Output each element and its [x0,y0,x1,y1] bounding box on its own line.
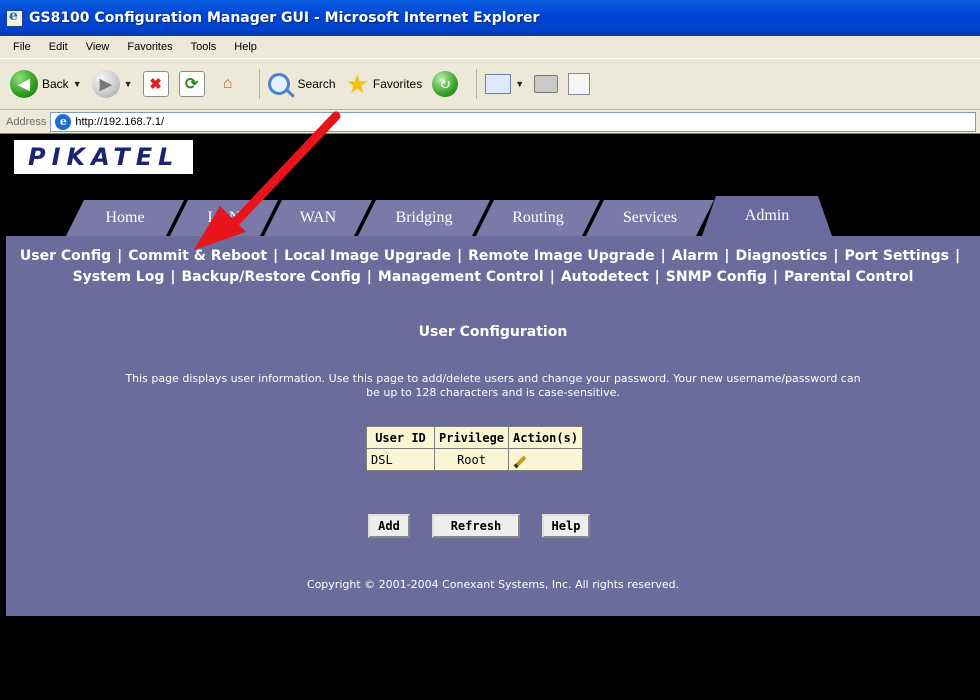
toolbar-divider [258,69,260,99]
ie-app-icon [6,8,23,27]
subnav-row-1: User Config | Commit & Reboot | Local Image … [19,248,961,264]
content-panel: User Config | Commit & Reboot | Local Image … [6,236,980,616]
link-local-image-upgrade[interactable]: Local Image Upgrade [284,248,451,264]
edit-button[interactable] [568,73,591,95]
stop-icon: ✖ [142,71,169,97]
main-tabs: Home LAN WAN Bridging Routing Services A… [6,196,980,236]
col-actions: Action(s) [508,426,584,449]
pencil-icon[interactable] [513,455,527,468]
tab-lan[interactable]: LAN [170,200,278,236]
edit-page-icon [568,73,591,95]
history-icon: ↻ [432,71,459,97]
link-snmp-config[interactable]: SNMP Config [666,269,767,285]
back-label: Back [42,77,69,91]
cell-privilege: Root [433,448,510,471]
menu-tools[interactable]: Tools [182,41,226,53]
description-line-2: be up to 128 characters and is case-sens… [366,386,620,399]
tab-routing[interactable]: Routing [476,200,600,236]
link-parental-control[interactable]: Parental Control [784,269,913,285]
stop-button[interactable]: ✖ [142,71,169,97]
link-remote-image-upgrade[interactable]: Remote Image Upgrade [468,248,654,264]
tab-services[interactable]: Services [586,200,714,236]
page-title: User Configuration [418,324,568,340]
favorites-label: Favorites [372,77,423,91]
description-line-1: This page displays user information. Use… [125,372,861,385]
tab-wan[interactable]: WAN [264,200,372,236]
mail-button[interactable]: ▼ [485,74,524,94]
search-button[interactable]: Search [267,73,336,95]
home-icon: ⌂ [222,75,233,92]
link-management-control[interactable]: Management Control [378,269,544,285]
users-table: User ID Privilege Action(s) DSL Root [366,426,584,471]
link-user-config[interactable]: User Config [20,248,111,264]
history-button[interactable]: ↻ [432,71,459,97]
url-text[interactable]: http://192.168.7.1/ [75,116,164,128]
address-bar: Address e http://192.168.7.1/ [0,110,980,134]
forward-dropdown-icon[interactable]: ▼ [124,79,133,89]
back-dropdown-icon[interactable]: ▼ [73,79,82,89]
subnav-row-2: System Log | Backup/Restore Config | Managem… [72,269,914,285]
favorites-button[interactable]: ★ Favorites [346,71,423,97]
mail-icon [485,74,512,94]
table-row: DSL Root [366,448,584,471]
search-icon [267,73,290,95]
forward-arrow-icon: ▶ [91,70,120,98]
cell-user-id: DSL [366,448,435,471]
add-button[interactable]: Add [368,514,410,538]
back-arrow-icon: ◀ [10,70,38,98]
refresh-button[interactable]: ⟳ [178,71,205,97]
mail-dropdown-icon[interactable]: ▼ [515,79,524,89]
page-description: This page displays user information. Use… [6,372,980,400]
link-backup-restore-config[interactable]: Backup/Restore Config [181,269,360,285]
refresh-icon: ⟳ [178,71,205,97]
browser-toolbar: ◀ Back ▼ ▶ ▼ ✖ ⟳ ⌂ Search ★ Favorites ↻ … [0,58,980,110]
link-port-settings[interactable]: Port Settings [845,248,949,264]
table-header-row: User ID Privilege Action(s) [366,426,584,449]
menu-edit[interactable]: Edit [40,41,77,53]
printer-icon [534,75,559,93]
tab-bridging[interactable]: Bridging [358,200,490,236]
menu-file[interactable]: File [4,41,40,53]
link-alarm[interactable]: Alarm [672,248,719,264]
col-privilege: Privilege [433,426,510,449]
header-band: PIKATEL [6,134,980,180]
window-titlebar: GS8100 Configuration Manager GUI - Micro… [0,0,980,36]
tab-home[interactable]: Home [66,200,184,236]
ie-page-icon: e [55,113,72,130]
menu-help[interactable]: Help [225,41,266,53]
tab-admin[interactable]: Admin [702,196,832,236]
url-field[interactable]: e http://192.168.7.1/ [50,111,976,132]
pikatel-logo: PIKATEL [14,140,194,174]
admin-subnav: User Config | Commit & Reboot | Local Image … [6,246,980,288]
page-viewport: PIKATEL Home LAN WAN Bridging Routing Se… [6,134,980,700]
window-title: GS8100 Configuration Manager GUI - Micro… [29,10,540,26]
menu-bar: File Edit View Favorites Tools Help [0,36,980,58]
help-button[interactable]: Help [542,514,590,538]
copyright-text: Copyright © 2001-2004 Conexant Systems, … [306,578,680,591]
print-button[interactable] [534,75,559,93]
link-system-log[interactable]: System Log [73,269,165,285]
link-diagnostics[interactable]: Diagnostics [735,248,827,264]
favorites-star-icon: ★ [345,69,369,99]
forward-button[interactable]: ▶ ▼ [91,70,133,98]
refresh-button[interactable]: Refresh [432,514,520,538]
back-button[interactable]: ◀ Back ▼ [10,70,82,98]
search-label: Search [297,77,336,91]
menu-view[interactable]: View [77,41,119,53]
home-button[interactable]: ⌂ [215,71,241,97]
link-commit-reboot[interactable]: Commit & Reboot [128,248,267,264]
address-label: Address [6,115,47,128]
toolbar-divider-2 [476,69,478,99]
link-autodetect[interactable]: Autodetect [561,269,649,285]
menu-favorites[interactable]: Favorites [118,41,181,53]
col-user-id: User ID [366,426,435,449]
cell-action [508,448,584,471]
